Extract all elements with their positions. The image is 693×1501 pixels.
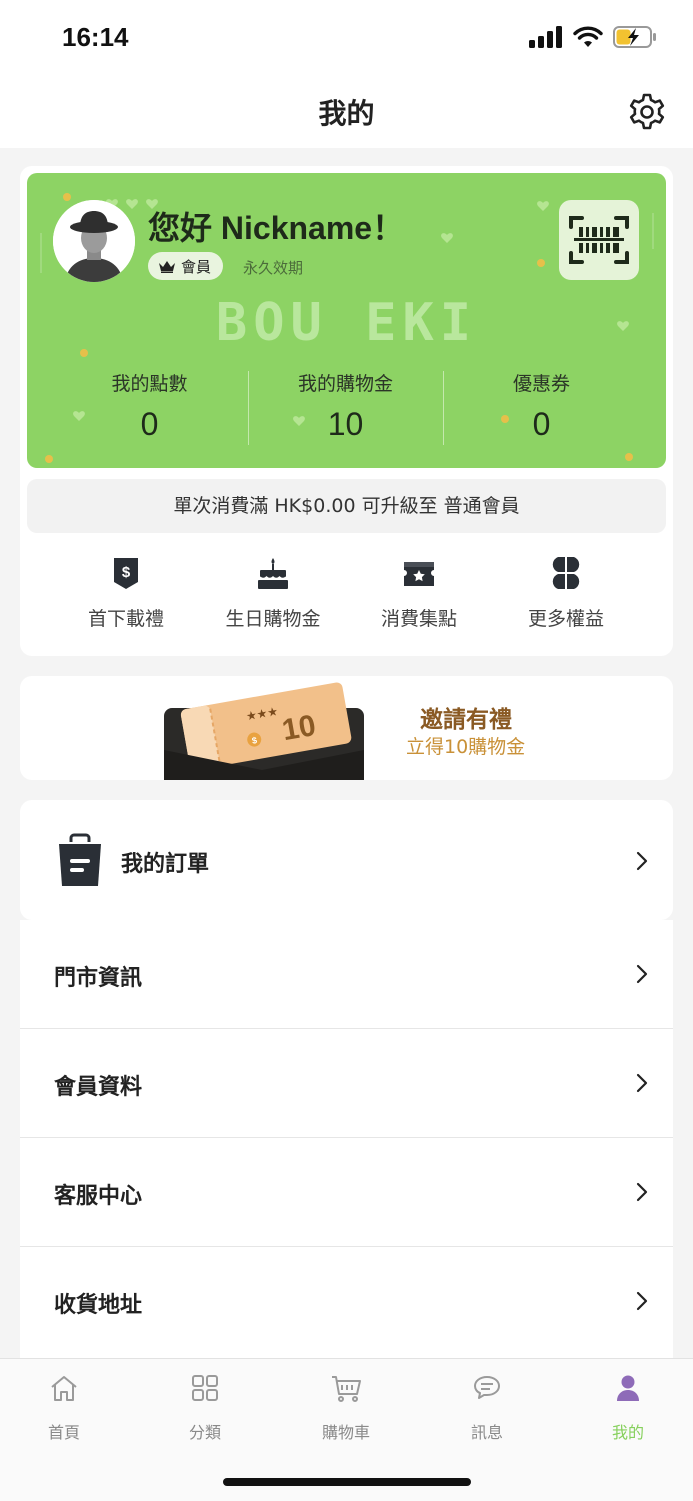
- home-indicator: [223, 1478, 471, 1486]
- points-stat[interactable]: 我的點數 0: [43, 369, 256, 443]
- benefit-collect-points[interactable]: 消費集點: [346, 554, 492, 631]
- chevron-right-icon: [636, 1073, 648, 1093]
- tab-label: 我的: [611, 1423, 644, 1442]
- user-icon: [617, 1375, 639, 1401]
- category-grid-icon: [192, 1375, 218, 1401]
- shopping-credit-value: 10: [327, 406, 364, 442]
- status-icons: [529, 26, 657, 48]
- tab-categories[interactable]: 分類: [155, 1371, 255, 1443]
- tab-cart[interactable]: 購物車: [296, 1371, 396, 1443]
- menu-item-member-profile[interactable]: 會員資料: [20, 1029, 673, 1138]
- coupon-value: 0: [532, 406, 551, 442]
- member-card[interactable]: 您好 Nickname！ 會員 永久效期 BOU EKI 我的點數 0 我的購物…: [27, 173, 666, 468]
- tab-label: 購物車: [321, 1423, 370, 1442]
- chevron-right-icon: [636, 1291, 648, 1311]
- default-avatar-icon: [53, 200, 135, 282]
- shopping-credit-label: 我的購物金: [297, 373, 393, 395]
- tier-label: 會員: [181, 257, 212, 276]
- cart-icon: [332, 1376, 361, 1402]
- my-orders-row[interactable]: 我的訂單: [20, 800, 673, 920]
- menu-item-customer-service[interactable]: 客服中心: [20, 1138, 673, 1247]
- menu-item-label: 客服中心: [54, 1184, 143, 1209]
- message-icon: [474, 1376, 500, 1399]
- home-icon: [51, 1376, 77, 1401]
- chevron-right-icon: [636, 1182, 648, 1202]
- invite-subtitle: 立得10購物金: [406, 736, 526, 758]
- tab-home[interactable]: 首頁: [14, 1371, 114, 1443]
- benefit-download-gift[interactable]: $ 首下載禮: [53, 554, 199, 631]
- chevron-right-icon: [636, 964, 648, 984]
- gear-icon: [629, 93, 665, 130]
- menu-item-label: 會員資料: [54, 1075, 143, 1100]
- birthday-cake-icon: [258, 558, 288, 589]
- page-title: 我的: [318, 97, 375, 130]
- tab-profile[interactable]: 我的: [578, 1371, 678, 1443]
- invite-title: 邀請有禮: [420, 707, 512, 733]
- benefit-label: 生日購物金: [225, 608, 321, 630]
- menu-item-shipping-address[interactable]: 收貨地址: [20, 1247, 673, 1359]
- benefit-birthday-credit[interactable]: 生日購物金: [200, 554, 346, 631]
- status-bar: 16:14: [0, 0, 693, 76]
- crown-icon: [159, 261, 175, 273]
- invite-banner[interactable]: ★★★ $ 10 邀請有禮 立得10購物金: [20, 676, 673, 780]
- nav-header: 我的: [0, 76, 693, 148]
- tab-label: 訊息: [470, 1423, 503, 1442]
- member-section: 您好 Nickname！ 會員 永久效期 BOU EKI 我的點數 0 我的購物…: [20, 166, 673, 656]
- wifi-icon: [573, 26, 603, 47]
- member-tier-badge[interactable]: 會員: [148, 252, 224, 280]
- settings-button[interactable]: [627, 92, 667, 132]
- svg-text:$: $: [122, 564, 131, 581]
- benefit-label: 消費集點: [380, 608, 457, 630]
- tab-messages[interactable]: 訊息: [437, 1371, 537, 1443]
- settings-menu-list: 門市資訊 會員資料 客服中心 收貨地址: [20, 920, 673, 1359]
- battery-charging-icon: [613, 26, 656, 48]
- shopping-bag-icon: [59, 833, 101, 886]
- menu-item-label: 收貨地址: [54, 1293, 143, 1318]
- member-qr-button[interactable]: [559, 200, 639, 280]
- validity-text: 永久效期: [243, 259, 304, 277]
- chevron-right-icon: [636, 851, 648, 871]
- points-label: 我的點數: [111, 373, 188, 395]
- menu-item-label: 門市資訊: [54, 966, 143, 991]
- upgrade-notice: 單次消費滿 HK$0.00 可升級至 普通會員: [27, 479, 666, 533]
- voucher-amount: 10: [280, 709, 319, 747]
- barcode-scan-icon: [569, 216, 629, 264]
- avatar[interactable]: [53, 200, 135, 282]
- clover-grid-icon: [552, 557, 580, 589]
- coupon-label: 優惠券: [512, 373, 570, 395]
- menu-item-store-info[interactable]: 門市資訊: [20, 920, 673, 1029]
- cellular-signal-icon: [529, 26, 562, 48]
- benefit-label: 更多權益: [527, 608, 604, 630]
- shopping-credit-stat[interactable]: 我的購物金 10: [239, 369, 452, 443]
- status-time: 16:14: [62, 22, 129, 52]
- star-ticket-icon: [404, 562, 434, 586]
- tab-label: 分類: [188, 1423, 221, 1442]
- greeting-text: 您好 Nickname！: [148, 210, 405, 246]
- benefit-more-rights[interactable]: 更多權益: [493, 554, 639, 631]
- tab-label: 首頁: [47, 1423, 80, 1442]
- points-value: 0: [140, 406, 159, 442]
- coupon-stat[interactable]: 優惠券 0: [435, 369, 648, 443]
- voucher-wallet-illustration: ★★★ $ 10: [164, 682, 364, 780]
- my-orders-label: 我的訂單: [121, 852, 210, 877]
- brand-watermark: BOU EKI: [215, 293, 478, 353]
- dollar-gift-icon: $: [114, 558, 138, 589]
- benefit-label: 首下載禮: [87, 608, 164, 630]
